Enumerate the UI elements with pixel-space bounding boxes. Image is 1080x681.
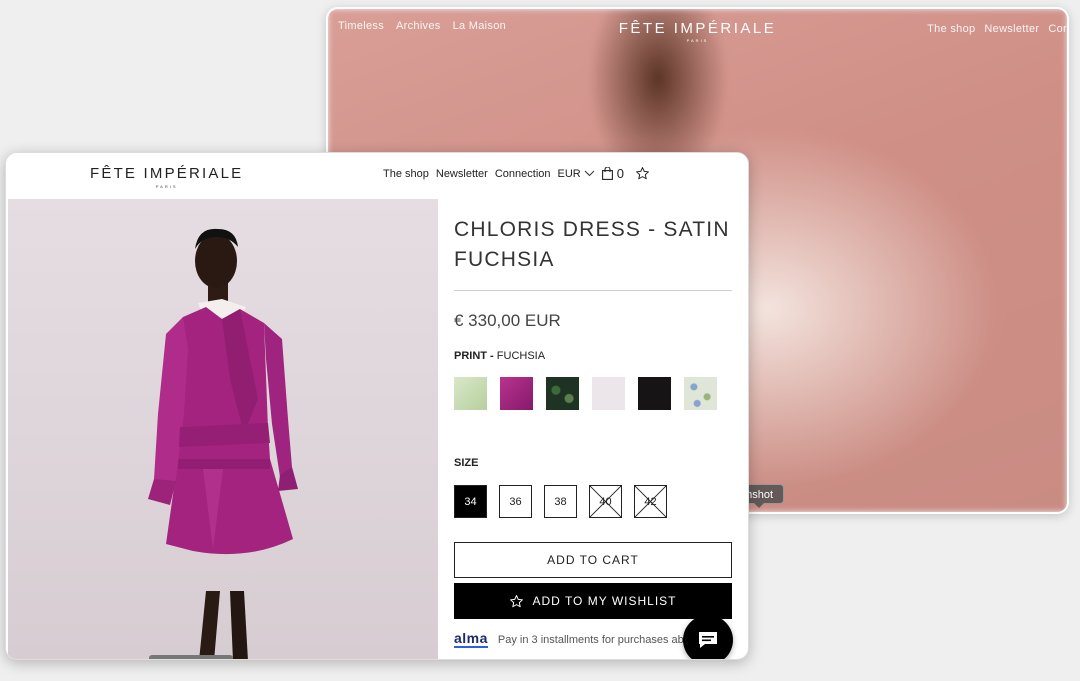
back-nav-left: Timeless Archives La Maison	[338, 20, 506, 32]
image-scroll-tab[interactable]	[149, 655, 233, 659]
site-header: FÊTE IMPÉRIALE PARIS The shop Newsletter…	[6, 153, 748, 198]
size-label-text: 34	[464, 495, 477, 508]
print-label-key: PRINT -	[454, 350, 494, 362]
brand-name: FÊTE IMPÉRIALE	[90, 165, 244, 182]
print-swatches	[454, 377, 734, 410]
product-info: CHLORIS DRESS - SATIN FUCHSIA € 330,00 E…	[454, 199, 734, 648]
cart-button[interactable]: 0	[601, 166, 624, 181]
unavailable-cross-icon	[590, 486, 621, 517]
swatch-white[interactable]	[592, 377, 625, 410]
wishlist-label: ADD TO MY WISHLIST	[532, 594, 677, 608]
size-label-text: 38	[554, 495, 567, 508]
print-label: PRINT - FUCHSIA	[454, 350, 734, 362]
nav-the-shop[interactable]: The shop	[927, 23, 975, 35]
size-option-40[interactable]: 40	[589, 485, 622, 518]
product-photo[interactable]	[8, 199, 438, 659]
chevron-down-icon	[584, 170, 595, 177]
shopping-bag-icon	[601, 167, 613, 180]
add-to-cart-button[interactable]: ADD TO CART	[454, 542, 732, 578]
nav-the-shop[interactable]: The shop	[383, 168, 429, 180]
alma-logo: alma	[454, 630, 488, 648]
nav-la-maison[interactable]: La Maison	[453, 20, 506, 32]
nav-connection-partial[interactable]: Cor	[1048, 23, 1067, 35]
product-title: CHLORIS DRESS - SATIN FUCHSIA	[454, 218, 730, 271]
header-nav: The shop Newsletter Connection EUR 0	[383, 166, 650, 181]
chat-button[interactable]	[683, 615, 733, 659]
star-icon[interactable]	[635, 166, 650, 181]
size-option-34[interactable]: 34	[454, 485, 487, 518]
swatch-dark-floral[interactable]	[546, 377, 579, 410]
size-option-42[interactable]: 42	[634, 485, 667, 518]
site-logo[interactable]: FÊTE IMPÉRIALE PARIS	[90, 165, 243, 189]
currency-label: EUR	[557, 167, 581, 180]
currency-select[interactable]: EUR	[558, 168, 595, 180]
product-price: € 330,00 EUR	[454, 311, 561, 330]
brand-name: FÊTE IMPÉRIALE	[618, 20, 777, 37]
size-label-text: 36	[509, 495, 522, 508]
print-label-value: FUCHSIA	[496, 350, 546, 362]
size-option-38[interactable]: 38	[544, 485, 577, 518]
swatch-blue-floral[interactable]	[684, 377, 717, 410]
swatch-fuchsia[interactable]	[500, 377, 533, 410]
nav-connection[interactable]: Connection	[495, 168, 551, 180]
cart-count: 0	[616, 166, 624, 181]
alma-text: Pay in 3 installments for purchases ab	[497, 633, 684, 646]
title-divider	[454, 290, 732, 291]
model-photo	[148, 228, 298, 659]
size-label: SIZE	[454, 457, 479, 469]
size-options: 34 36 38 40 42	[454, 485, 734, 518]
add-to-wishlist-button[interactable]: ADD TO MY WISHLIST	[454, 583, 732, 619]
nav-newsletter[interactable]: Newsletter	[984, 23, 1039, 35]
back-nav-right: The shop Newsletter Cor	[927, 23, 1067, 35]
swatch-black[interactable]	[638, 377, 671, 410]
back-header: Timeless Archives La Maison FÊTE IMPÉRIA…	[328, 9, 1067, 49]
size-option-36[interactable]: 36	[499, 485, 532, 518]
nav-archives[interactable]: Archives	[396, 20, 441, 32]
star-icon	[510, 594, 524, 607]
tooltip-arrow	[754, 503, 764, 508]
back-logo[interactable]: FÊTE IMPÉRIALE PARIS	[619, 20, 777, 43]
swatch-mint[interactable]	[454, 377, 487, 410]
nav-timeless[interactable]: Timeless	[338, 20, 384, 32]
nav-newsletter[interactable]: Newsletter	[436, 168, 488, 180]
unavailable-cross-icon	[635, 486, 666, 517]
brand-city: PARIS	[686, 38, 709, 43]
chat-icon	[699, 632, 717, 648]
brand-city: PARIS	[155, 184, 178, 189]
product-window: FÊTE IMPÉRIALE PARIS The shop Newsletter…	[5, 152, 749, 660]
